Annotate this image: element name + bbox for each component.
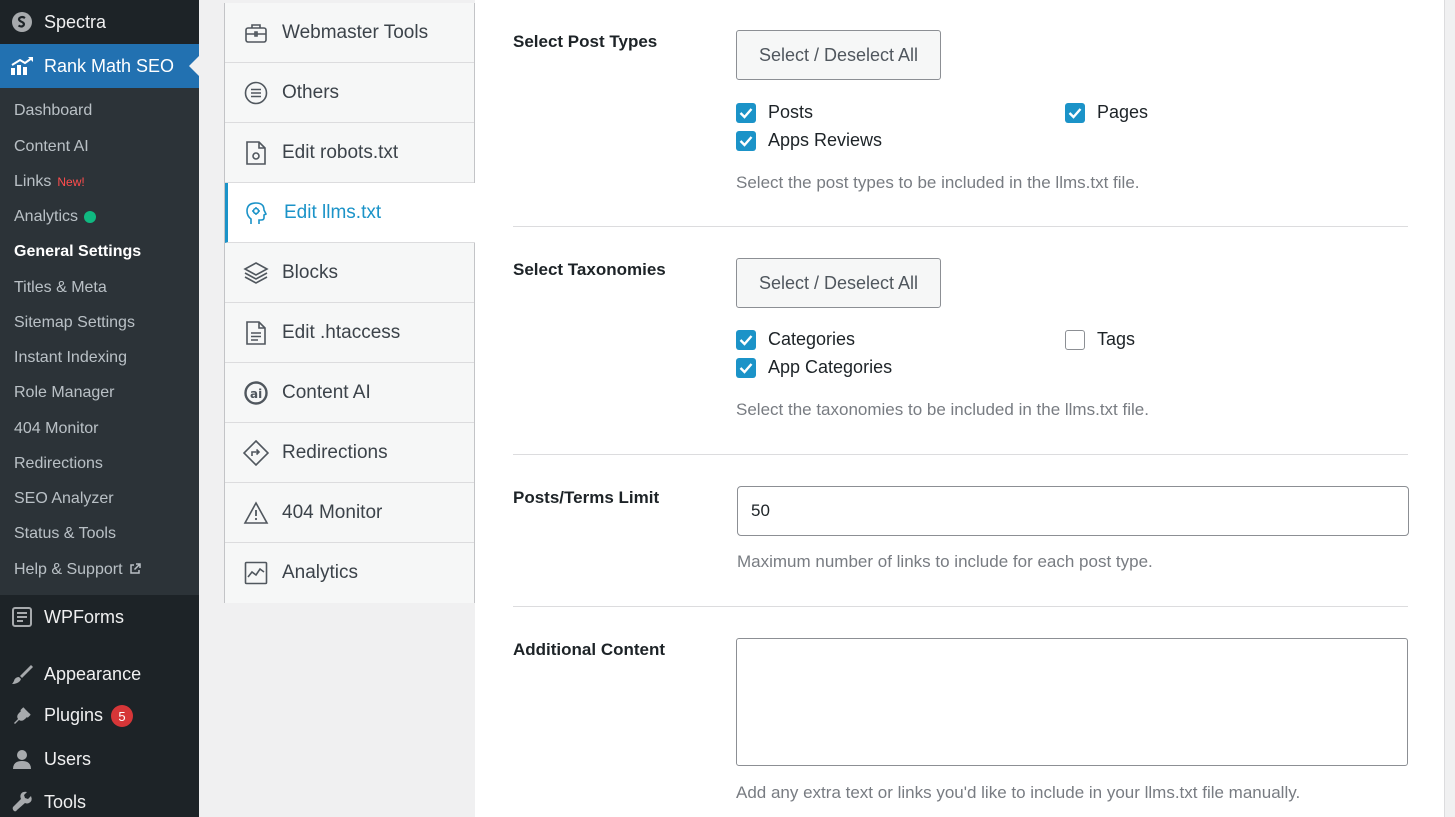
list-circle-icon	[243, 80, 269, 106]
checkbox-checked-icon[interactable]	[736, 130, 756, 151]
menu-tools[interactable]: Tools	[0, 780, 199, 817]
spectra-icon	[10, 10, 34, 34]
post-types-label: Select Post Types	[513, 32, 658, 51]
checkbox-tags[interactable]: Tags	[1065, 329, 1135, 350]
external-link-icon	[129, 562, 141, 578]
rank-math-submenu: Dashboard Content AI Links New! Analytics…	[0, 88, 199, 595]
tab-redirections[interactable]: Redirections	[225, 423, 474, 483]
warning-icon	[243, 500, 269, 526]
submenu-seo-analyzer[interactable]: SEO Analyzer	[14, 490, 114, 508]
menu-appearance[interactable]: Appearance	[0, 652, 199, 696]
divider	[513, 454, 1408, 455]
taxonomies-description: Select the taxonomies to be included in …	[736, 400, 1149, 419]
svg-text:ai: ai	[250, 387, 262, 401]
taxonomies-select-all-button[interactable]: Select / Deselect All	[736, 258, 941, 308]
divider	[513, 606, 1408, 607]
tab-blocks[interactable]: Blocks	[225, 243, 474, 303]
tab-edit-htaccess[interactable]: Edit .htaccess	[225, 303, 474, 363]
post-types-select-all-button[interactable]: Select / Deselect All	[736, 30, 941, 80]
menu-wpforms[interactable]: WPForms	[0, 595, 199, 639]
checkbox-checked-icon[interactable]	[736, 329, 756, 350]
checkbox-pages[interactable]: Pages	[1065, 102, 1148, 123]
tab-edit-robots-txt[interactable]: Edit robots.txt	[225, 123, 474, 183]
submenu-role-manager[interactable]: Role Manager	[14, 384, 115, 402]
submenu-content-ai[interactable]: Content AI	[14, 138, 89, 156]
checkbox-unchecked-icon[interactable]	[1065, 329, 1085, 350]
rank-math-icon	[10, 54, 34, 78]
submenu-redirections[interactable]: Redirections	[14, 455, 103, 473]
menu-rank-math-seo[interactable]: Rank Math SEO	[0, 44, 199, 88]
submenu-sitemap-settings[interactable]: Sitemap Settings	[14, 314, 135, 332]
tab-analytics[interactable]: Analytics	[225, 543, 474, 603]
submenu-instant-indexing[interactable]: Instant Indexing	[14, 349, 127, 367]
paintbrush-icon	[10, 662, 34, 686]
tab-content-ai[interactable]: ai Content AI	[225, 363, 474, 423]
posts-terms-limit-input[interactable]: 50	[737, 486, 1409, 536]
tab-edit-llms-txt[interactable]: Edit llms.txt	[225, 183, 475, 243]
submenu-help-support[interactable]: Help & Support	[14, 561, 141, 579]
menu-plugins[interactable]: Plugins 5	[0, 694, 199, 738]
tab-others[interactable]: Others	[225, 63, 474, 123]
tab-webmaster-tools[interactable]: Webmaster Tools	[225, 3, 474, 63]
submenu-404-monitor[interactable]: 404 Monitor	[14, 420, 99, 438]
admin-sidebar: Spectra Rank Math SEO Dashboard Content …	[0, 0, 199, 817]
additional-content-textarea[interactable]	[736, 638, 1408, 766]
plug-icon	[10, 704, 34, 728]
checkbox-apps-reviews[interactable]: Apps Reviews	[736, 130, 882, 151]
settings-tabs: Webmaster Tools Others Edit robots.txt E…	[224, 3, 475, 603]
menu-users[interactable]: Users	[0, 737, 199, 781]
blocks-icon	[243, 260, 269, 286]
user-icon	[10, 747, 34, 771]
content-ai-icon: ai	[243, 380, 269, 406]
wrench-icon	[10, 790, 34, 814]
ai-head-icon	[243, 200, 269, 226]
post-types-description: Select the post types to be included in …	[736, 173, 1140, 192]
submenu-status-tools[interactable]: Status & Tools	[14, 525, 116, 543]
submenu-links[interactable]: Links New!	[14, 173, 85, 191]
status-dot-icon	[84, 211, 97, 223]
tab-404-monitor[interactable]: 404 Monitor	[225, 483, 474, 543]
robots-file-icon	[243, 140, 269, 166]
llms-settings-panel: Select Post Types Select / Deselect All …	[475, 0, 1445, 817]
additional-content-label: Additional Content	[513, 640, 666, 659]
plugins-update-count-badge: 5	[111, 705, 134, 728]
submenu-analytics[interactable]: Analytics	[14, 208, 97, 226]
redirect-diamond-icon	[243, 439, 269, 466]
checkbox-categories[interactable]: Categories	[736, 329, 855, 350]
checkbox-posts[interactable]: Posts	[736, 102, 813, 123]
new-badge: New!	[57, 175, 85, 189]
menu-spectra[interactable]: Spectra	[0, 0, 199, 44]
wpforms-icon	[10, 605, 34, 629]
submenu-titles-meta[interactable]: Titles & Meta	[14, 279, 107, 297]
briefcase-icon	[243, 20, 269, 46]
submenu-dashboard[interactable]: Dashboard	[14, 102, 92, 120]
divider	[513, 226, 1408, 227]
checkbox-app-categories[interactable]: App Categories	[736, 357, 892, 378]
taxonomies-label: Select Taxonomies	[513, 260, 666, 279]
additional-content-description: Add any extra text or links you'd like t…	[736, 783, 1301, 802]
posts-terms-limit-description: Maximum number of links to include for e…	[737, 552, 1153, 571]
analytics-chart-icon	[243, 560, 269, 586]
checkbox-checked-icon[interactable]	[736, 357, 756, 378]
posts-terms-limit-label: Posts/Terms Limit	[513, 488, 660, 507]
checkbox-checked-icon[interactable]	[736, 102, 756, 123]
submenu-general-settings[interactable]: General Settings	[14, 243, 141, 261]
checkbox-checked-icon[interactable]	[1065, 102, 1085, 123]
document-icon	[243, 320, 269, 346]
